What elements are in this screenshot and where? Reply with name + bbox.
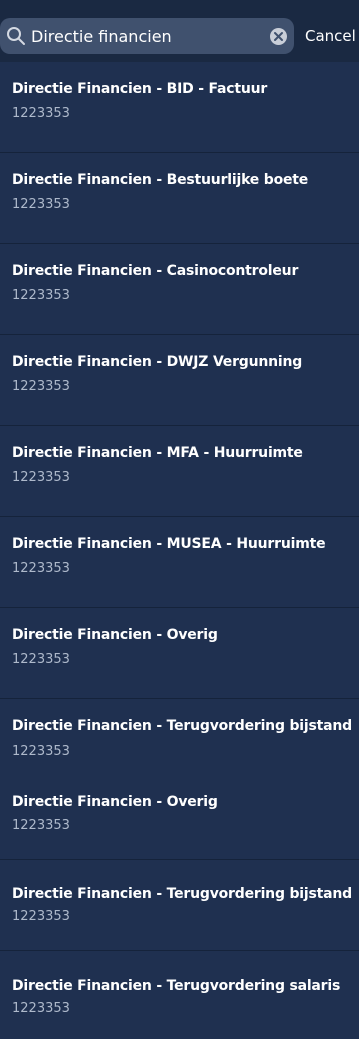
result-code: 1223353 [12, 744, 70, 759]
result-title: Directie Financien - Terugvordering bijs… [12, 718, 352, 734]
result-title: Directie Financien - Casinocontroleur [12, 263, 299, 279]
result-title: Directie Financien - BID - Factuur [12, 81, 268, 97]
list-item[interactable]: Directie Financien - Bestuurlijke boete … [0, 153, 359, 244]
search-bar-area: Cancel [0, 0, 359, 62]
result-title: Directie Financien - Terugvordering sala… [12, 978, 341, 994]
result-code: 1223353 [12, 288, 70, 303]
list-item[interactable]: Directie Financien - Overig 1223353 [0, 608, 359, 699]
list-item[interactable]: Directie Financien - DWJZ Vergunning 122… [0, 335, 359, 426]
list-item[interactable]: Directie Financien - Overig 1223353 [0, 771, 359, 860]
list-item[interactable]: Directie Financien - MFA - Huurruimte 12… [0, 426, 359, 517]
search-input[interactable] [31, 18, 265, 54]
result-code: 1223353 [12, 106, 70, 121]
list-item[interactable]: Directie Financien - Terugvordering bijs… [0, 860, 359, 951]
clear-icon[interactable] [270, 28, 287, 45]
list-item[interactable]: Directie Financien - MUSEA - Huurruimte … [0, 517, 359, 608]
results-list: Directie Financien - BID - Factuur 12233… [0, 62, 359, 1039]
list-item[interactable]: Directie Financien - Casinocontroleur 12… [0, 244, 359, 335]
list-item[interactable]: Directie Financien - Terugvordering sala… [0, 951, 359, 1039]
search-field[interactable] [0, 18, 294, 54]
search-icon [6, 26, 26, 46]
result-code: 1223353 [12, 470, 70, 485]
list-item[interactable]: Directie Financien - BID - Factuur 12233… [0, 62, 359, 153]
search-results-screen: Cancel Directie Financien - BID - Factuu… [0, 0, 359, 1039]
result-code: 1223353 [12, 379, 70, 394]
result-title: Directie Financien - MUSEA - Huurruimte [12, 536, 326, 552]
result-title: Directie Financien - DWJZ Vergunning [12, 354, 303, 370]
result-code: 1223353 [12, 197, 70, 212]
result-code: 1223353 [12, 909, 70, 924]
list-item[interactable]: Directie Financien - Terugvordering bijs… [0, 699, 359, 771]
result-code: 1223353 [12, 818, 70, 833]
result-title: Directie Financien - Terugvordering bijs… [12, 886, 352, 902]
result-title: Directie Financien - Overig [12, 794, 218, 810]
result-code: 1223353 [12, 652, 70, 667]
result-title: Directie Financien - Overig [12, 627, 218, 643]
result-code: 1223353 [12, 1001, 70, 1016]
result-title: Directie Financien - MFA - Huurruimte [12, 445, 303, 461]
cancel-button[interactable]: Cancel [305, 24, 359, 48]
result-code: 1223353 [12, 561, 70, 576]
result-title: Directie Financien - Bestuurlijke boete [12, 172, 309, 188]
